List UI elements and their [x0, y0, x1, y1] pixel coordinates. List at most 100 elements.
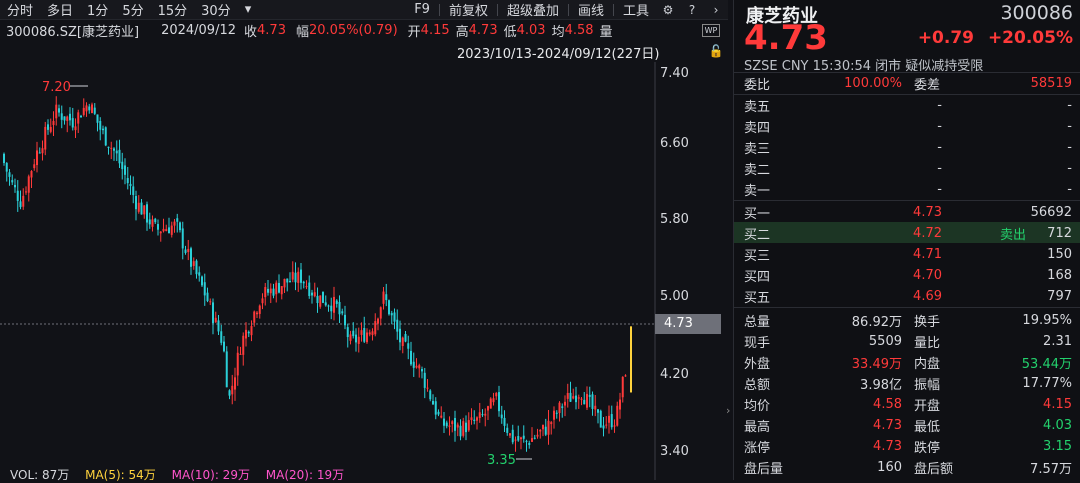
stat-value: 160 [877, 459, 902, 475]
candle-body [234, 377, 236, 390]
candle-body [327, 305, 330, 307]
candle-body [223, 341, 225, 352]
date-range-label[interactable]: 2023/10/13-2024/09/12(227日) [457, 43, 660, 62]
bid-row[interactable]: 买一 4.73 56692 [744, 202, 1072, 222]
tab-period-0[interactable]: 分时 [0, 0, 40, 19]
ask-price: - [937, 97, 942, 113]
overlay-button[interactable]: 超级叠加 [500, 0, 566, 19]
ask-row[interactable]: 卖二 - - [744, 158, 1072, 178]
candle-body [77, 112, 80, 124]
candle-body [506, 427, 509, 433]
candle-body [52, 121, 55, 125]
weibi-row: 委比 100.00% 委差 58519 [744, 73, 1072, 93]
draw-line-button[interactable]: 画线 [571, 0, 611, 19]
stat-label: 量比 [914, 335, 941, 351]
ask-volume: - [1067, 181, 1072, 197]
stat-value: 5509 [868, 333, 902, 349]
candle-body [401, 337, 404, 347]
help-icon[interactable]: ? [685, 3, 699, 17]
candle-body [462, 421, 465, 436]
candle-body [225, 351, 228, 388]
tab-period-3[interactable]: 5分 [115, 0, 150, 19]
scroll-right-icon[interactable]: › [726, 404, 730, 417]
candle-body [338, 301, 341, 315]
stat-value: 4.73 [873, 438, 902, 454]
candle-body [454, 418, 456, 431]
candle-body [151, 219, 154, 227]
lock-icon[interactable]: 🔓 [709, 44, 724, 58]
candle-body [531, 438, 533, 442]
bid-row[interactable]: 买五 4.69 797 [744, 286, 1072, 306]
y-axis-label: 4.20 [660, 367, 689, 382]
candle-body [542, 424, 544, 430]
bid-row[interactable]: 买三 4.71 150 [744, 244, 1072, 264]
stat-label: 总额 [744, 377, 771, 393]
candle-body [93, 107, 96, 114]
stat-row: 外盘 33.49万 内盘 53.44万 [744, 352, 1072, 372]
candle-body [286, 278, 289, 283]
candle-body [261, 298, 264, 304]
candle-body [363, 328, 366, 342]
candle-body [467, 420, 470, 431]
bid-row[interactable]: 买二 4.72 卖出 712 [744, 223, 1072, 243]
period-dropdown-icon[interactable]: ▾ [238, 2, 259, 17]
ask-row[interactable]: 卖一 - - [744, 179, 1072, 199]
high-value: 4.73 [468, 22, 498, 38]
candle-body [228, 390, 231, 396]
amp-value: 20.05%(0.79) [308, 22, 398, 38]
f9-button[interactable]: F9 [407, 2, 437, 17]
ask-row[interactable]: 卖三 - - [744, 137, 1072, 157]
candle-body [22, 195, 25, 207]
tab-period-5[interactable]: 30分 [194, 0, 238, 19]
candle-body [91, 104, 93, 114]
candle-body [190, 248, 192, 267]
kline-chart[interactable]: 7.20 3.35 [0, 62, 728, 480]
candle-body [242, 335, 245, 355]
tab-period-4[interactable]: 15分 [151, 0, 195, 19]
ask-row[interactable]: 卖四 - - [744, 116, 1072, 136]
chevron-right-icon[interactable]: › [709, 3, 723, 17]
adjust-button[interactable]: 前复权 [442, 0, 495, 19]
ask-volume: - [1067, 97, 1072, 113]
candle-body [443, 418, 445, 426]
stat-value: 3.98亿 [860, 377, 902, 393]
candle-body [135, 196, 137, 210]
weibi-label: 委比 [744, 77, 771, 93]
bid-row[interactable]: 买四 4.70 168 [744, 265, 1072, 285]
bid-volume: 797 [1047, 288, 1072, 304]
tab-period-2[interactable]: 1分 [80, 0, 115, 19]
ask-row[interactable]: 卖五 - - [744, 95, 1072, 115]
bid-price: 4.72 [913, 225, 942, 241]
candle-body [253, 311, 256, 323]
candle-body [484, 413, 487, 416]
candle-body [203, 282, 206, 296]
wp-icon[interactable]: WP [702, 23, 720, 37]
candle-body [503, 417, 506, 426]
candle-body [324, 302, 327, 306]
candle-body [412, 361, 415, 368]
tab-period-1[interactable]: 多日 [40, 0, 80, 19]
stat-label: 盘后额 [914, 461, 954, 477]
bid-price: 4.71 [913, 246, 942, 262]
candle-body [415, 365, 418, 368]
candle-body [8, 172, 11, 177]
candle-body [437, 411, 440, 415]
tools-button[interactable]: 工具 [616, 0, 656, 19]
toolbar-divider [496, 3, 498, 16]
candle-body [280, 286, 283, 295]
candle-body [220, 331, 223, 343]
candle-body [264, 287, 267, 298]
candle-body [456, 424, 459, 428]
quote-info-bar: 300086.SZ[康芝药业] 2024/09/12 收 4.73 幅 20.0… [0, 20, 728, 40]
avg-label: 均 [551, 24, 565, 40]
stat-value: 53.44万 [1021, 356, 1072, 372]
candle-body [154, 218, 157, 223]
candle-body [465, 422, 467, 433]
candle-body [63, 116, 66, 121]
candle-body [58, 108, 60, 113]
bid-price: 4.69 [913, 288, 942, 304]
open-value: 4.15 [420, 22, 450, 38]
gear-icon[interactable]: ⚙ [661, 3, 675, 17]
candle-body [66, 116, 69, 121]
stat-value: 2.31 [1043, 333, 1072, 349]
